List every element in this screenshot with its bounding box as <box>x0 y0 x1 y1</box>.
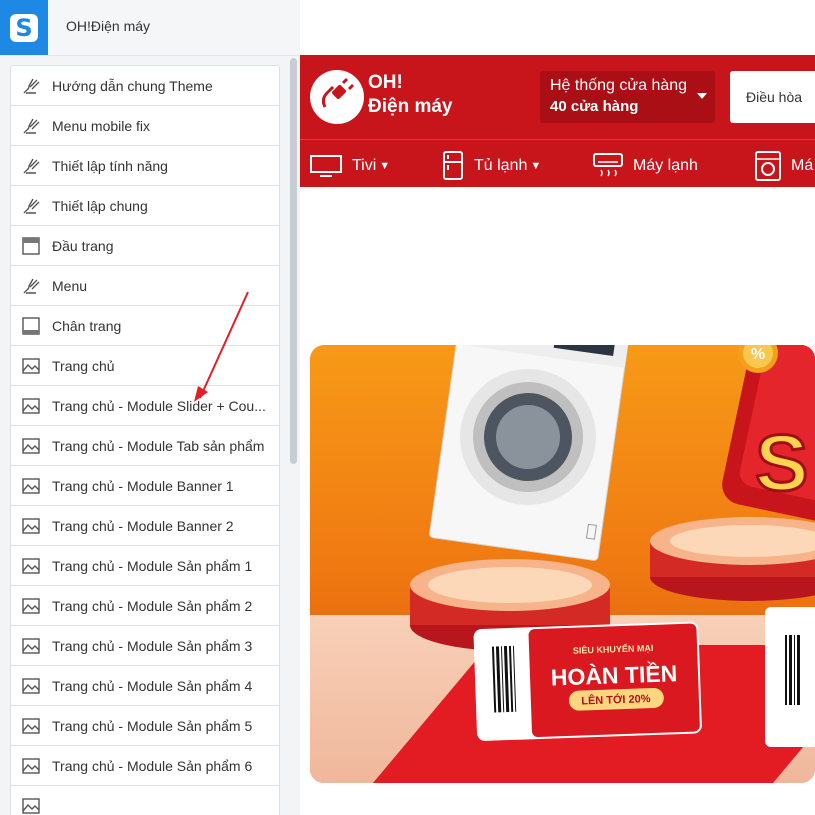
sidebar-item[interactable]: Trang chủ - Module Tab sản phẩm <box>10 425 280 465</box>
category-tu-lanh[interactable]: Tủ lạnh ▼ <box>442 151 541 181</box>
home-page-icon <box>21 796 41 815</box>
category-label: Máy lạnh <box>633 157 698 174</box>
brush-icon <box>21 116 41 136</box>
sidebar-item-label: Trang chủ - Module Banner 2 <box>52 517 234 534</box>
section-list: Hướng dẫn chung Theme Menu mobile fix Thiế… <box>10 65 280 815</box>
sidebar-item-label: Trang chủ - Module Tab sản phẩm <box>52 437 265 454</box>
home-page-icon <box>21 356 41 376</box>
washing-machine-product <box>429 345 631 561</box>
sidebar-item-label: Thiết lập chung <box>52 197 148 214</box>
sidebar-item[interactable]: Trang chủ - Module Banner 1 <box>10 465 280 505</box>
sidebar-item-label: Trang chủ - Module Sản phẩm 3 <box>52 637 253 654</box>
brand-name[interactable]: OH! Điện máy <box>368 71 452 119</box>
store-system-label: Hệ thống cửa hàng <box>550 77 688 94</box>
editor-topbar: S OH!Điện máy <box>0 0 300 56</box>
home-page-icon <box>21 436 41 456</box>
sidebar-item[interactable]: Trang chủ - Module Slider + Cou... <box>10 385 280 425</box>
sidebar-item-label: Trang chủ - Module Banner 1 <box>52 477 234 494</box>
ticket-main-text: HOÀN TIỀN <box>550 659 677 690</box>
sidebar-item[interactable]: Menu <box>10 265 280 305</box>
category-may-lanh[interactable]: Máy lạnh <box>593 151 698 181</box>
sidebar-item-label: Đầu trang <box>52 237 114 254</box>
sidebar-item-label: Hướng dẫn chung Theme <box>52 77 213 94</box>
brush-icon <box>21 276 41 296</box>
air-conditioner-icon <box>593 152 623 180</box>
sidebar-item-label: Thiết lập tính năng <box>52 157 168 174</box>
sidebar-item[interactable]: Trang chủ - Module Sản phẩm 6 <box>10 745 280 785</box>
sale-letter-text: S <box>755 418 808 507</box>
store-header: OH! Điện máy Hệ thống cửa hàng 40 cửa hà… <box>300 55 815 187</box>
sidebar-item[interactable]: Trang chủ - Module Banner 2 <box>10 505 280 545</box>
sidebar-item[interactable]: Trang chủ - Module Sản phẩm 4 <box>10 665 280 705</box>
sidebar-item-label: Chân trang <box>52 317 122 334</box>
sidebar-item-label: Trang chủ - Module Sản phẩm 5 <box>52 717 253 734</box>
home-page-icon <box>21 476 41 496</box>
fridge-icon <box>442 151 464 181</box>
sidebar-item[interactable]: Menu mobile fix <box>10 105 280 145</box>
tv-icon <box>310 154 342 178</box>
search-value: Điều hòa <box>746 89 803 105</box>
category-tivi[interactable]: Tivi ▼ <box>310 151 390 181</box>
footer-layout-icon <box>21 316 41 336</box>
home-page-icon <box>21 676 41 696</box>
header-layout-icon <box>21 236 41 256</box>
plug-icon <box>321 77 355 108</box>
sidebar-item[interactable]: Thiết lập tính năng <box>10 145 280 185</box>
category-may-giat[interactable]: Má <box>755 151 813 181</box>
sidebar-item-label: Trang chủ - Module Slider + Cou... <box>52 397 266 414</box>
caret-down-icon <box>697 93 707 99</box>
shop-name: OH!Điện máy <box>66 18 151 34</box>
sidebar-item[interactable]: Trang chủ - Module Sản phẩm 2 <box>10 585 280 625</box>
sidebar-item-label: Trang chủ - Module Sản phẩm 1 <box>52 557 253 574</box>
nav-divider <box>300 139 815 140</box>
brush-icon <box>21 196 41 216</box>
chevron-down-icon: ▼ <box>379 160 391 172</box>
sidebar-item[interactable]: Hướng dẫn chung Theme <box>10 65 280 105</box>
search-input[interactable]: Điều hòa <box>730 71 815 123</box>
brand-logo[interactable] <box>310 70 364 124</box>
sidebar-item[interactable]: Trang chủ - Module Sản phẩm 3 <box>10 625 280 665</box>
home-page-icon <box>21 556 41 576</box>
percent-badge-text: % <box>751 346 765 363</box>
hero-slider-banner[interactable]: % S SIÊU KHUYẾN MẠI HOÀN TIỀN LÊN TỚI 20… <box>310 345 815 783</box>
store-system-dropdown[interactable]: Hệ thống cửa hàng 40 cửa hàng <box>540 71 715 123</box>
brand-line1: OH! <box>368 72 403 93</box>
sidebar-item-label: Menu mobile fix <box>52 117 151 134</box>
sidebar-item[interactable]: Trang chủ - Module Sản phẩm 1 <box>10 545 280 585</box>
home-page-icon <box>21 716 41 736</box>
sidebar-item[interactable]: Trang chủ - Module Sản phẩm 5 <box>10 705 280 745</box>
category-label: Tủ lạnh <box>474 157 528 174</box>
sidebar-item[interactable] <box>10 785 280 815</box>
sidebar-item-label: Trang chủ - Module Sản phẩm 6 <box>52 757 253 774</box>
washing-machine-icon <box>755 151 781 181</box>
sidebar-item-label: Trang chủ - Module Sản phẩm 2 <box>52 597 253 614</box>
sidebar-item[interactable]: Thiết lập chung <box>10 185 280 225</box>
store-count: 40 cửa hàng <box>550 98 639 115</box>
app-logo[interactable]: S <box>0 0 48 55</box>
home-page-icon <box>21 596 41 616</box>
ticket-sub-text: LÊN TỚI 20% <box>581 692 651 707</box>
category-label: Tivi <box>352 157 377 174</box>
scrollbar-thumb[interactable] <box>290 58 297 464</box>
brand-line2: Điện máy <box>368 96 453 117</box>
home-page-icon <box>21 636 41 656</box>
category-label: Má <box>791 157 814 174</box>
sidebar-item-label: Trang chủ <box>52 357 115 374</box>
brush-icon <box>21 156 41 176</box>
home-page-icon <box>21 396 41 416</box>
store-preview: OH! Điện máy Hệ thống cửa hàng 40 cửa hà… <box>300 0 815 815</box>
sidebar-item[interactable]: Chân trang <box>10 305 280 345</box>
chevron-down-icon: ▼ <box>530 160 542 172</box>
app-logo-letter: S <box>10 13 38 42</box>
sidebar-item-label: Menu <box>52 277 88 294</box>
cashback-ticket: SIÊU KHUYẾN MẠI HOÀN TIỀN LÊN TỚI 20% <box>473 621 702 741</box>
brush-icon <box>21 76 41 96</box>
sidebar-item[interactable]: Trang chủ <box>10 345 280 385</box>
sidebar-item-label: Trang chủ - Module Sản phẩm 4 <box>52 677 253 694</box>
home-page-icon <box>21 756 41 776</box>
home-page-icon <box>21 516 41 536</box>
banner-artwork: % S SIÊU KHUYẾN MẠI HOÀN TIỀN LÊN TỚI 20… <box>410 345 815 747</box>
theme-editor-sidebar: S OH!Điện máy Hướng dẫn chung Theme Menu … <box>0 0 301 815</box>
sidebar-item[interactable]: Đầu trang <box>10 225 280 265</box>
